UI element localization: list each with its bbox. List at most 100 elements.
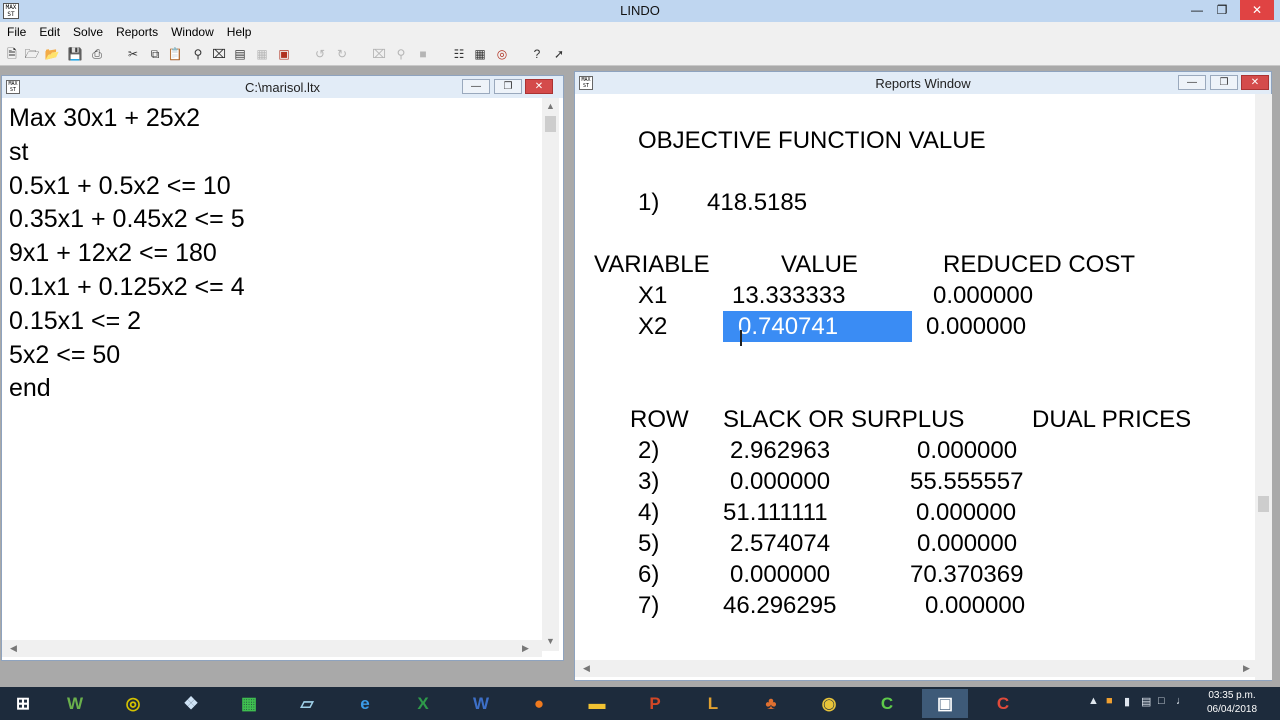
reports-close-icon[interactable]: ✕	[1241, 75, 1269, 90]
editor-horizontal-scrollbar[interactable]: ◀ ▶	[2, 640, 542, 657]
show-hidden-icons-icon[interactable]: ▲	[1088, 695, 1099, 707]
variable-name: X2	[638, 313, 668, 340]
new-file-icon[interactable]: 🗎	[3, 45, 21, 63]
variable-value-selected[interactable]: 0.740741	[738, 313, 838, 341]
clear-icon[interactable]: ⌧	[210, 45, 228, 63]
model-line: Max 30x1 + 25x2	[9, 104, 201, 132]
row-dual: 70.370369	[910, 561, 1024, 588]
taskbar: ⊞ W ◎ ❖ ▦ ▱ e X W ● ▬ P L ♣ ◉ C ▣ C ▲ ■ …	[0, 687, 1280, 720]
open-icon[interactable]: 📂	[43, 45, 61, 63]
menu-window[interactable]: Window	[171, 22, 214, 42]
taskbar-firefox-icon[interactable]: ●	[516, 689, 562, 718]
menu-solve[interactable]: Solve	[73, 22, 103, 42]
window-icon[interactable]: ■	[414, 45, 432, 63]
open-folder-icon[interactable]: 🗁	[23, 45, 41, 63]
model-line: 0.15x1 <= 2	[9, 306, 142, 335]
taskbar-powerpoint-icon[interactable]: P	[632, 689, 678, 718]
editor-window[interactable]: MAX ST C:\marisol.ltx — ❐ ✕ Max 30x1 + 2…	[1, 75, 564, 661]
row-dual: 0.000000	[916, 499, 1017, 526]
editor-minimize-icon[interactable]: —	[462, 79, 490, 94]
taskbar-lindo-alt-icon[interactable]: L	[690, 689, 736, 718]
battery-icon[interactable]: ▮	[1124, 695, 1130, 708]
context-help-icon[interactable]: ➚	[550, 45, 568, 63]
compile-icon[interactable]: ▣	[275, 45, 293, 63]
print-icon[interactable]: ⎙	[88, 45, 106, 63]
row-number: 3)	[638, 468, 660, 495]
tray-app-icon[interactable]: ■	[1106, 695, 1113, 707]
taskbar-mushroom-app-icon[interactable]: ♣	[748, 689, 794, 718]
reports-title: Reports Window	[875, 76, 971, 91]
redo-icon[interactable]: ↻	[333, 45, 351, 63]
taskbar-camtasia-icon[interactable]: C	[864, 689, 910, 718]
tile-icon[interactable]: ▦	[253, 45, 271, 63]
menu-reports[interactable]: Reports	[116, 22, 158, 42]
editor-scroll-thumb[interactable]	[545, 116, 556, 132]
taskbar-word-icon[interactable]: W	[458, 689, 504, 718]
scroll-left-icon[interactable]: ◀	[10, 643, 17, 654]
taskbar-word-alt-icon[interactable]: W	[52, 689, 98, 718]
volume-icon[interactable]: ♩	[1176, 695, 1187, 707]
reports-scroll-right-icon[interactable]: ▶	[1243, 663, 1250, 674]
reports-minimize-icon[interactable]: —	[1178, 75, 1206, 90]
cut-icon[interactable]: ✂	[124, 45, 142, 63]
taskbar-spreadsheet-icon[interactable]: ▦	[226, 689, 272, 718]
row-slack: 2.574074	[730, 530, 831, 557]
model-editor[interactable]: Max 30x1 + 25x2 st 0.5x1 + 0.5x2 <= 10 0…	[2, 98, 542, 651]
usb-icon[interactable]: ▤	[1141, 695, 1151, 708]
toolbar: 🗎 🗁 📂 💾 ⎙ ✂ ⧉ 📋 ⚲ ⌧ ▤ ▦ ▣ ↺ ↻ ⌧ ⚲ ■ ☷ ▦ …	[0, 42, 1280, 66]
taskbar-chrome-icon[interactable]: ◉	[806, 689, 852, 718]
app-title-bar[interactable]: MAX ST LINDO — ❐ ✕	[0, 0, 1280, 22]
reports-title-bar[interactable]: MAX ST Reports Window — ❐ ✕	[575, 72, 1271, 94]
reports-restore-icon[interactable]: ❐	[1210, 75, 1238, 90]
close-icon[interactable]: ✕	[1240, 0, 1274, 20]
paste-icon[interactable]: 📋	[166, 45, 184, 63]
editor-close-icon[interactable]: ✕	[525, 79, 553, 94]
value-header: VALUE	[781, 251, 858, 278]
taskbar-geogebra-icon[interactable]: ◎	[110, 689, 156, 718]
row-slack: 2.962963	[730, 437, 831, 464]
editor-vertical-scrollbar[interactable]: ▲ ▼	[542, 98, 559, 651]
scroll-down-icon[interactable]: ▼	[546, 636, 555, 646]
menu-edit[interactable]: Edit	[39, 22, 60, 42]
model-line: end	[9, 374, 51, 403]
clock-date: 06/04/2018	[1206, 704, 1258, 715]
scroll-up-icon[interactable]: ▲	[546, 101, 555, 111]
tile-windows-icon[interactable]: ☷	[450, 45, 468, 63]
taskbar-excel-icon[interactable]: X	[400, 689, 446, 718]
taskbar-dropbox-icon[interactable]: ❖	[168, 689, 214, 718]
variable-value: 13.333333	[732, 282, 846, 309]
undo-icon[interactable]: ↺	[311, 45, 329, 63]
menu-file[interactable]: File	[7, 22, 26, 42]
save-icon[interactable]: 💾	[66, 45, 84, 63]
scroll-right-icon[interactable]: ▶	[522, 643, 529, 654]
taskbar-start-icon[interactable]: ⊞	[0, 689, 46, 718]
system-clock[interactable]: 03:35 p.m. 06/04/2018	[1197, 689, 1267, 717]
network-icon[interactable]: □	[1158, 695, 1165, 707]
taskbar-camtasia-recorder-icon[interactable]: C	[980, 689, 1026, 718]
taskbar-internet-explorer-icon[interactable]: e	[342, 689, 388, 718]
dual-prices-header: DUAL PRICES	[1032, 406, 1192, 433]
reports-horizontal-scrollbar[interactable]: ◀ ▶	[575, 660, 1255, 677]
restore-icon[interactable]: ❐	[1207, 0, 1237, 20]
reports-scroll-thumb[interactable]	[1258, 496, 1269, 512]
send-to-back-icon[interactable]: ▤	[231, 45, 249, 63]
taskbar-notes-icon[interactable]: ▱	[284, 689, 330, 718]
taskbar-file-explorer-icon[interactable]: ▬	[574, 689, 620, 718]
editor-restore-icon[interactable]: ❐	[494, 79, 522, 94]
taskbar-lindo-icon[interactable]: ▣	[922, 689, 968, 718]
solve-icon[interactable]: ◎	[493, 45, 511, 63]
menu-help[interactable]: Help	[227, 22, 252, 42]
cascade-icon[interactable]: ▦	[471, 45, 489, 63]
reports-scroll-left-icon[interactable]: ◀	[583, 663, 590, 674]
reports-window[interactable]: MAX ST Reports Window — ❐ ✕ ◀ ▶	[574, 71, 1272, 681]
copy-icon[interactable]: ⧉	[146, 45, 164, 63]
editor-title-bar[interactable]: MAX ST C:\marisol.ltx — ❐ ✕	[2, 76, 563, 98]
variable-name: X1	[638, 282, 668, 309]
zoom-icon[interactable]: ⚲	[392, 45, 410, 63]
objective-row-label: 1)	[638, 189, 660, 216]
help-icon[interactable]: ?	[528, 45, 546, 63]
find-icon[interactable]: ⚲	[189, 45, 207, 63]
reports-vertical-scrollbar[interactable]	[1255, 94, 1272, 680]
close-window-icon[interactable]: ⌧	[370, 45, 388, 63]
text-cursor-icon	[740, 330, 742, 346]
